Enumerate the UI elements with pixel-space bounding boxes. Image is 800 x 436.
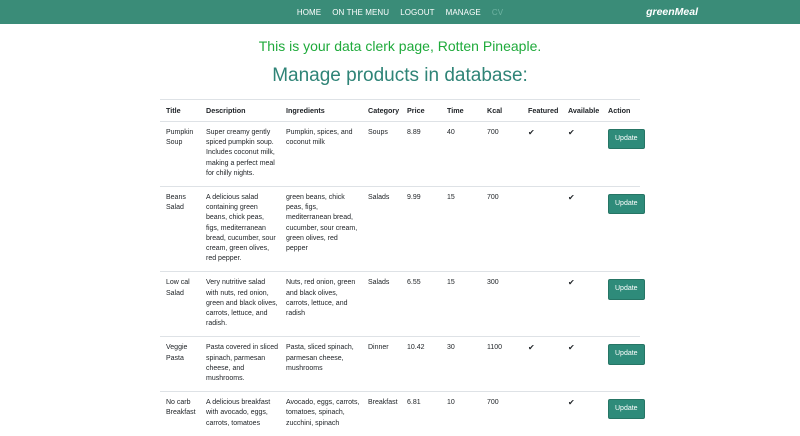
cell-description: A delicious salad containing green beans…	[200, 186, 280, 272]
page-heading: Manage products in database:	[272, 65, 528, 86]
available-check-icon: ✔	[562, 336, 602, 392]
cell-description: Pasta covered in sliced spinach, parmesa…	[200, 336, 280, 392]
update-button[interactable]: Update	[608, 399, 645, 420]
top-navbar: HOME ON THE MENU LOGOUT MANAGE CV greenM…	[0, 0, 800, 24]
available-check-icon: ✔	[562, 120, 602, 187]
cell-action: Update	[602, 271, 645, 337]
brand-logo[interactable]: greenMeal	[646, 6, 698, 18]
cell-time: 10	[441, 391, 481, 436]
update-button[interactable]: Update	[608, 344, 645, 365]
table-row: Veggie Pasta Pasta covered in sliced spi…	[160, 336, 645, 392]
available-check-icon: ✔	[562, 391, 602, 436]
nav-cv-link[interactable]: CV	[492, 8, 503, 17]
column-header: Ingredients	[280, 99, 362, 122]
cell-action: Update	[602, 120, 645, 187]
cell-ingredients: Avocado, eggs, carrots, tomatoes, spinac…	[280, 391, 362, 436]
cell-time: 30	[441, 336, 481, 392]
update-button[interactable]: Update	[608, 194, 645, 215]
table-row: No carb Breakfast A delicious breakfast …	[160, 391, 645, 436]
column-header: Action	[602, 99, 640, 122]
table-row: Pumpkin Soup Super creamy gently spiced …	[160, 120, 645, 187]
cell-category: Salads	[362, 186, 401, 272]
cell-title: Pumpkin Soup	[160, 120, 200, 187]
greeting-message: This is your data clerk page, Rotten Pin…	[258, 38, 542, 54]
cell-kcal: 700	[481, 391, 522, 436]
cell-time: 40	[441, 120, 481, 187]
column-header: Category	[362, 99, 401, 122]
column-header: Description	[200, 99, 280, 122]
cell-ingredients: green beans, chick peas, figs, mediterra…	[280, 186, 362, 272]
available-check-icon: ✔	[562, 186, 602, 272]
cell-category: Salads	[362, 271, 401, 337]
cell-title: Low cal Salad	[160, 271, 200, 337]
column-header: Price	[401, 99, 441, 122]
cell-kcal: 700	[481, 120, 522, 187]
available-check-icon: ✔	[562, 271, 602, 337]
update-button[interactable]: Update	[608, 129, 645, 150]
nav-logout-link[interactable]: LOGOUT	[400, 8, 434, 17]
cell-kcal: 700	[481, 186, 522, 272]
cell-action: Update	[602, 186, 645, 272]
cell-category: Dinner	[362, 336, 401, 392]
nav-home-link[interactable]: HOME	[297, 8, 321, 17]
cell-kcal: 300	[481, 271, 522, 337]
cell-description: Very nutritive salad with nuts, red onio…	[200, 271, 280, 337]
featured-check-icon: ✔	[522, 336, 562, 392]
cell-action: Update	[602, 391, 645, 436]
cell-ingredients: Pasta, sliced spinach, parmesan cheese, …	[280, 336, 362, 392]
featured-check-icon	[522, 271, 562, 337]
nav-manage-link[interactable]: MANAGE	[446, 8, 481, 17]
table-row: Low cal Salad Very nutritive salad with …	[160, 271, 645, 337]
table-row: Beans Salad A delicious salad containing…	[160, 186, 645, 272]
column-header: Available	[562, 99, 602, 122]
products-table: Title Description Ingredients Category P…	[160, 99, 645, 436]
cell-title: Beans Salad	[160, 186, 200, 272]
cell-ingredients: Nuts, red onion, green and black olives,…	[280, 271, 362, 337]
featured-check-icon	[522, 391, 562, 436]
cell-title: No carb Breakfast	[160, 391, 200, 436]
cell-price: 8.89	[401, 120, 441, 187]
cell-time: 15	[441, 271, 481, 337]
cell-price: 9.99	[401, 186, 441, 272]
nav-menu-link[interactable]: ON THE MENU	[332, 8, 389, 17]
cell-description: A delicious breakfast with avocado, eggs…	[200, 391, 280, 436]
cell-price: 6.55	[401, 271, 441, 337]
cell-time: 15	[441, 186, 481, 272]
cell-category: Soups	[362, 120, 401, 187]
cell-ingredients: Pumpkin, spices, and coconut milk	[280, 120, 362, 187]
cell-price: 10.42	[401, 336, 441, 392]
cell-price: 6.81	[401, 391, 441, 436]
cell-action: Update	[602, 336, 645, 392]
featured-check-icon	[522, 186, 562, 272]
featured-check-icon: ✔	[522, 120, 562, 187]
update-button[interactable]: Update	[608, 279, 645, 300]
cell-title: Veggie Pasta	[160, 336, 200, 392]
column-header: Title	[160, 99, 200, 122]
column-header: Time	[441, 99, 481, 122]
cell-description: Super creamy gently spiced pumpkin soup.…	[200, 120, 280, 187]
cell-category: Breakfast	[362, 391, 401, 436]
cell-kcal: 1100	[481, 336, 522, 392]
column-header: Featured	[522, 99, 562, 122]
table-header-row: Title Description Ingredients Category P…	[160, 99, 640, 122]
column-header: Kcal	[481, 99, 522, 122]
